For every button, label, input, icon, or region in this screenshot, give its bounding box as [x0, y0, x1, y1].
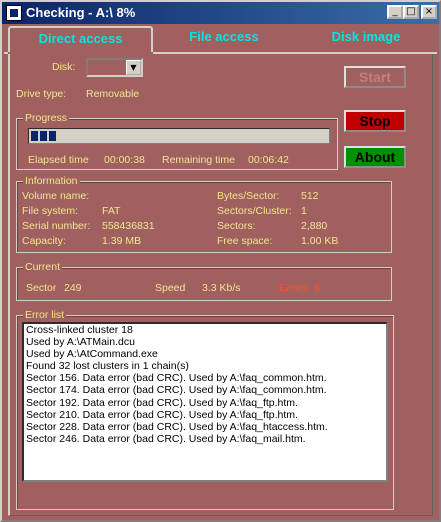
sectors-value: 2,880	[301, 220, 328, 232]
chevron-down-icon[interactable]: ▼	[126, 60, 141, 75]
progress-block	[49, 131, 56, 141]
volume-name-label: Volume name:	[22, 190, 90, 202]
errors-label: Errors	[279, 282, 308, 294]
list-item[interactable]: Sector 156. Data error (bad CRC). Used b…	[24, 372, 386, 384]
file-system-label: File system:	[22, 205, 79, 217]
serial-number-value: 558436831	[102, 220, 155, 232]
list-item[interactable]: Sector 210. Data error (bad CRC). Used b…	[24, 409, 386, 421]
bytes-per-sector-label: Bytes/Sector:	[217, 190, 280, 202]
free-space-value: 1.00 KB	[301, 235, 339, 247]
list-item[interactable]: Sector 246. Data error (bad CRC). Used b…	[24, 433, 386, 445]
close-icon[interactable]: ×	[421, 5, 437, 19]
sectors-per-cluster-value: 1	[301, 205, 307, 217]
disk-select-value	[88, 65, 90, 76]
capacity-value: 1.39 MB	[102, 235, 142, 247]
list-item[interactable]: Found 32 lost clusters in 1 chain(s)	[24, 360, 386, 372]
speed-value: 3.3 Kb/s	[202, 282, 241, 294]
remaining-time-label: Remaining time	[162, 154, 235, 166]
tab-file-access[interactable]: File access	[154, 24, 294, 50]
drive-type-value: Removable	[86, 88, 140, 100]
tab-disk-image[interactable]: Disk image	[296, 24, 436, 50]
file-system-value: FAT	[102, 205, 121, 217]
error-list-caption: Error list	[23, 309, 67, 321]
list-item[interactable]: Sector 228. Data error (bad CRC). Used b…	[24, 421, 386, 433]
title-bar[interactable]: Checking - A:\ 8% _ □ ×	[2, 2, 439, 24]
checking-window: Checking - A:\ 8% _ □ × Direct access Fi…	[0, 0, 441, 522]
app-icon[interactable]	[6, 5, 22, 21]
progress-bar-fill	[31, 131, 58, 141]
window-title: Checking - A:\ 8%	[26, 5, 136, 20]
progress-block	[31, 131, 38, 141]
minimize-icon[interactable]: _	[387, 5, 403, 19]
drive-type-label: Drive type:	[16, 88, 67, 100]
elapsed-time-label: Elapsed time	[28, 154, 89, 166]
client-area: Direct access File access Disk image Dis…	[4, 24, 437, 520]
errors-value: 6	[314, 282, 320, 294]
maximize-icon[interactable]: □	[403, 5, 419, 19]
progress-caption: Progress	[23, 112, 70, 124]
sectors-per-cluster-label: Sectors/Cluster:	[217, 205, 292, 217]
tab-direct-access[interactable]: Direct access	[8, 26, 153, 52]
progress-bar	[28, 128, 330, 144]
information-caption: Information	[23, 175, 80, 187]
bytes-per-sector-value: 512	[301, 190, 319, 202]
elapsed-time-value: 00:00:38	[104, 154, 145, 166]
list-item[interactable]: Cross-linked cluster 18	[24, 324, 386, 336]
disk-select[interactable]: ▼	[86, 58, 143, 77]
error-list[interactable]: Cross-linked cluster 18 Used by A:\ATMai…	[22, 322, 388, 482]
list-item[interactable]: Sector 192. Data error (bad CRC). Used b…	[24, 397, 386, 409]
speed-label: Speed	[155, 282, 186, 294]
start-button[interactable]: Start	[344, 66, 406, 88]
tab-strip: Direct access File access Disk image	[4, 24, 437, 52]
serial-number-label: Serial number:	[22, 220, 91, 232]
current-caption: Current	[23, 261, 63, 273]
progress-block	[40, 131, 47, 141]
remaining-time-value: 00:06:42	[248, 154, 289, 166]
sector-value: 249	[64, 282, 82, 294]
about-button[interactable]: About	[344, 146, 406, 168]
sectors-label: Sectors:	[217, 220, 256, 232]
free-space-label: Free space:	[217, 235, 273, 247]
stop-button[interactable]: Stop	[344, 110, 406, 132]
disk-label: Disk:	[52, 61, 76, 73]
sector-label: Sector	[26, 282, 57, 294]
list-item[interactable]: Used by A:\ATMain.dcu	[24, 336, 386, 348]
capacity-label: Capacity:	[22, 235, 66, 247]
list-item[interactable]: Sector 174. Data error (bad CRC). Used b…	[24, 384, 386, 396]
list-item[interactable]: Used by A:\AtCommand.exe	[24, 348, 386, 360]
